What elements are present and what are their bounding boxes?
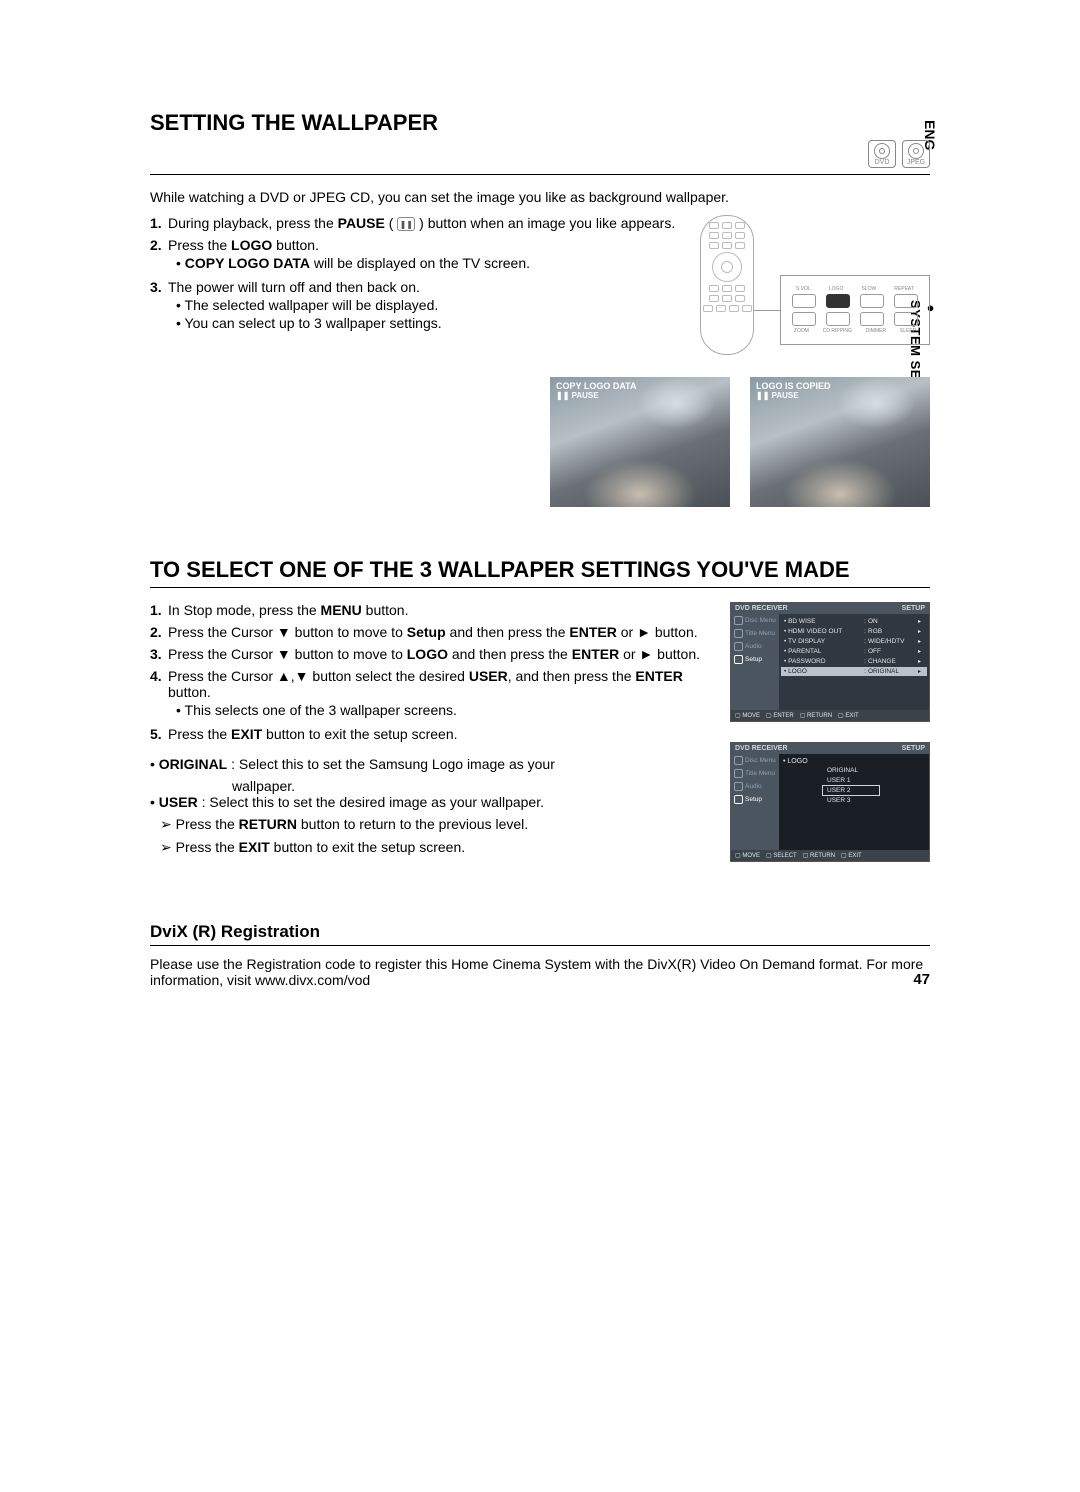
media-icons: DVD JPEG <box>150 140 930 168</box>
step-text: Press the EXIT button to exit the setup … <box>168 726 700 742</box>
intro-text: While watching a DVD or JPEG CD, you can… <box>150 189 930 205</box>
jpeg-icon: JPEG <box>902 140 930 168</box>
step-text: The power will turn off and then back on… <box>168 279 680 333</box>
manual-page: ENG SYSTEM SETUP SETTING THE WALLPAPER D… <box>0 0 1080 1028</box>
osd-setup-menu: DVD RECEIVER SETUP Disc Menu Title Menu … <box>730 602 930 722</box>
divider <box>150 587 930 588</box>
option-list: • ORIGINAL : Select this to set the Sams… <box>150 756 700 810</box>
pause-icon: ❚❚ <box>397 217 415 231</box>
step-text: In Stop mode, press the MENU button. <box>168 602 700 618</box>
logo-button-highlight <box>826 294 850 308</box>
step-text: Press the Cursor ▼ button to move to LOG… <box>168 646 700 662</box>
steps-list: 1. In Stop mode, press the MENU button. … <box>150 602 700 742</box>
remote-diagram: S.VOL LOGO SLOW REPEAT <box>700 215 930 365</box>
page-number: 47 <box>913 971 930 988</box>
divx-text: Please use the Registration code to regi… <box>150 956 930 988</box>
subsection-title: DviX (R) Registration <box>150 922 930 946</box>
section-title: TO SELECT ONE OF THE 3 WALLPAPER SETTING… <box>150 557 930 583</box>
note: Press the RETURN button to return to the… <box>150 816 700 833</box>
dvd-icon: DVD <box>868 140 896 168</box>
remote-callout: S.VOL LOGO SLOW REPEAT <box>780 275 930 345</box>
section-title: SETTING THE WALLPAPER <box>150 110 930 136</box>
step-text: During playback, press the PAUSE ( ❚❚ ) … <box>168 215 680 231</box>
step-text: Press the LOGO button. COPY LOGO DATA wi… <box>168 237 680 273</box>
tv-screenshot-copied: LOGO IS COPIED ❚❚ PAUSE <box>750 377 930 507</box>
osd-logo-menu: DVD RECEIVER SETUP Disc Menu Title Menu … <box>730 742 930 862</box>
tv-screenshot-copy: COPY LOGO DATA ❚❚ PAUSE <box>550 377 730 507</box>
step-text: Press the Cursor ▲,▼ button select the d… <box>168 668 700 720</box>
steps-list: 1. During playback, press the PAUSE ( ❚❚… <box>150 215 680 333</box>
step-text: Press the Cursor ▼ button to move to Set… <box>168 624 700 640</box>
note: Press the EXIT button to exit the setup … <box>150 839 700 856</box>
divider <box>150 174 930 175</box>
